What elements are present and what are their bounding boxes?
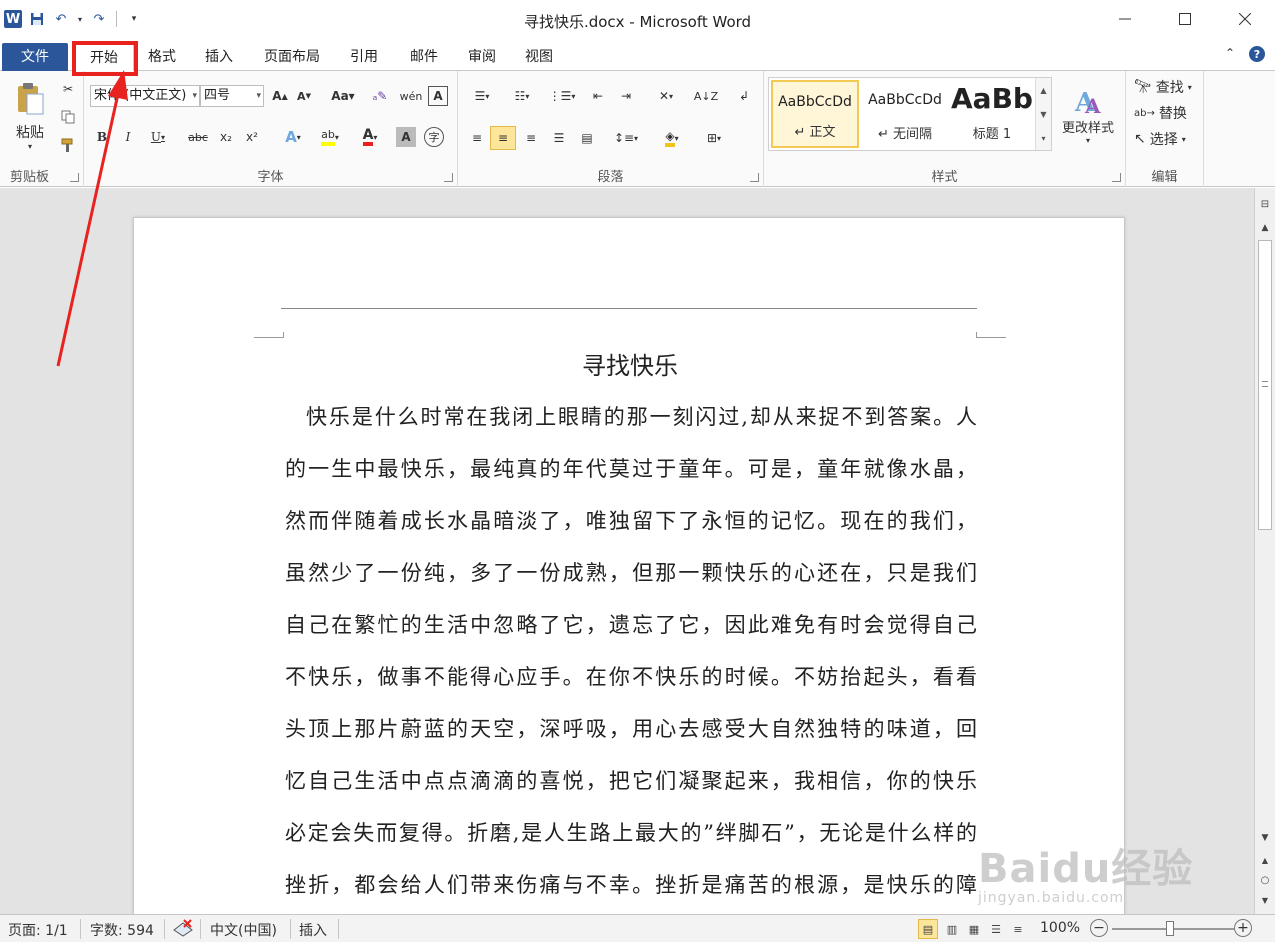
baidu-watermark: Baidu经验 jingyan.baidu.com	[978, 836, 1193, 906]
annotation-arrow	[56, 70, 128, 367]
watermark-main: Baidu经验	[978, 846, 1194, 892]
